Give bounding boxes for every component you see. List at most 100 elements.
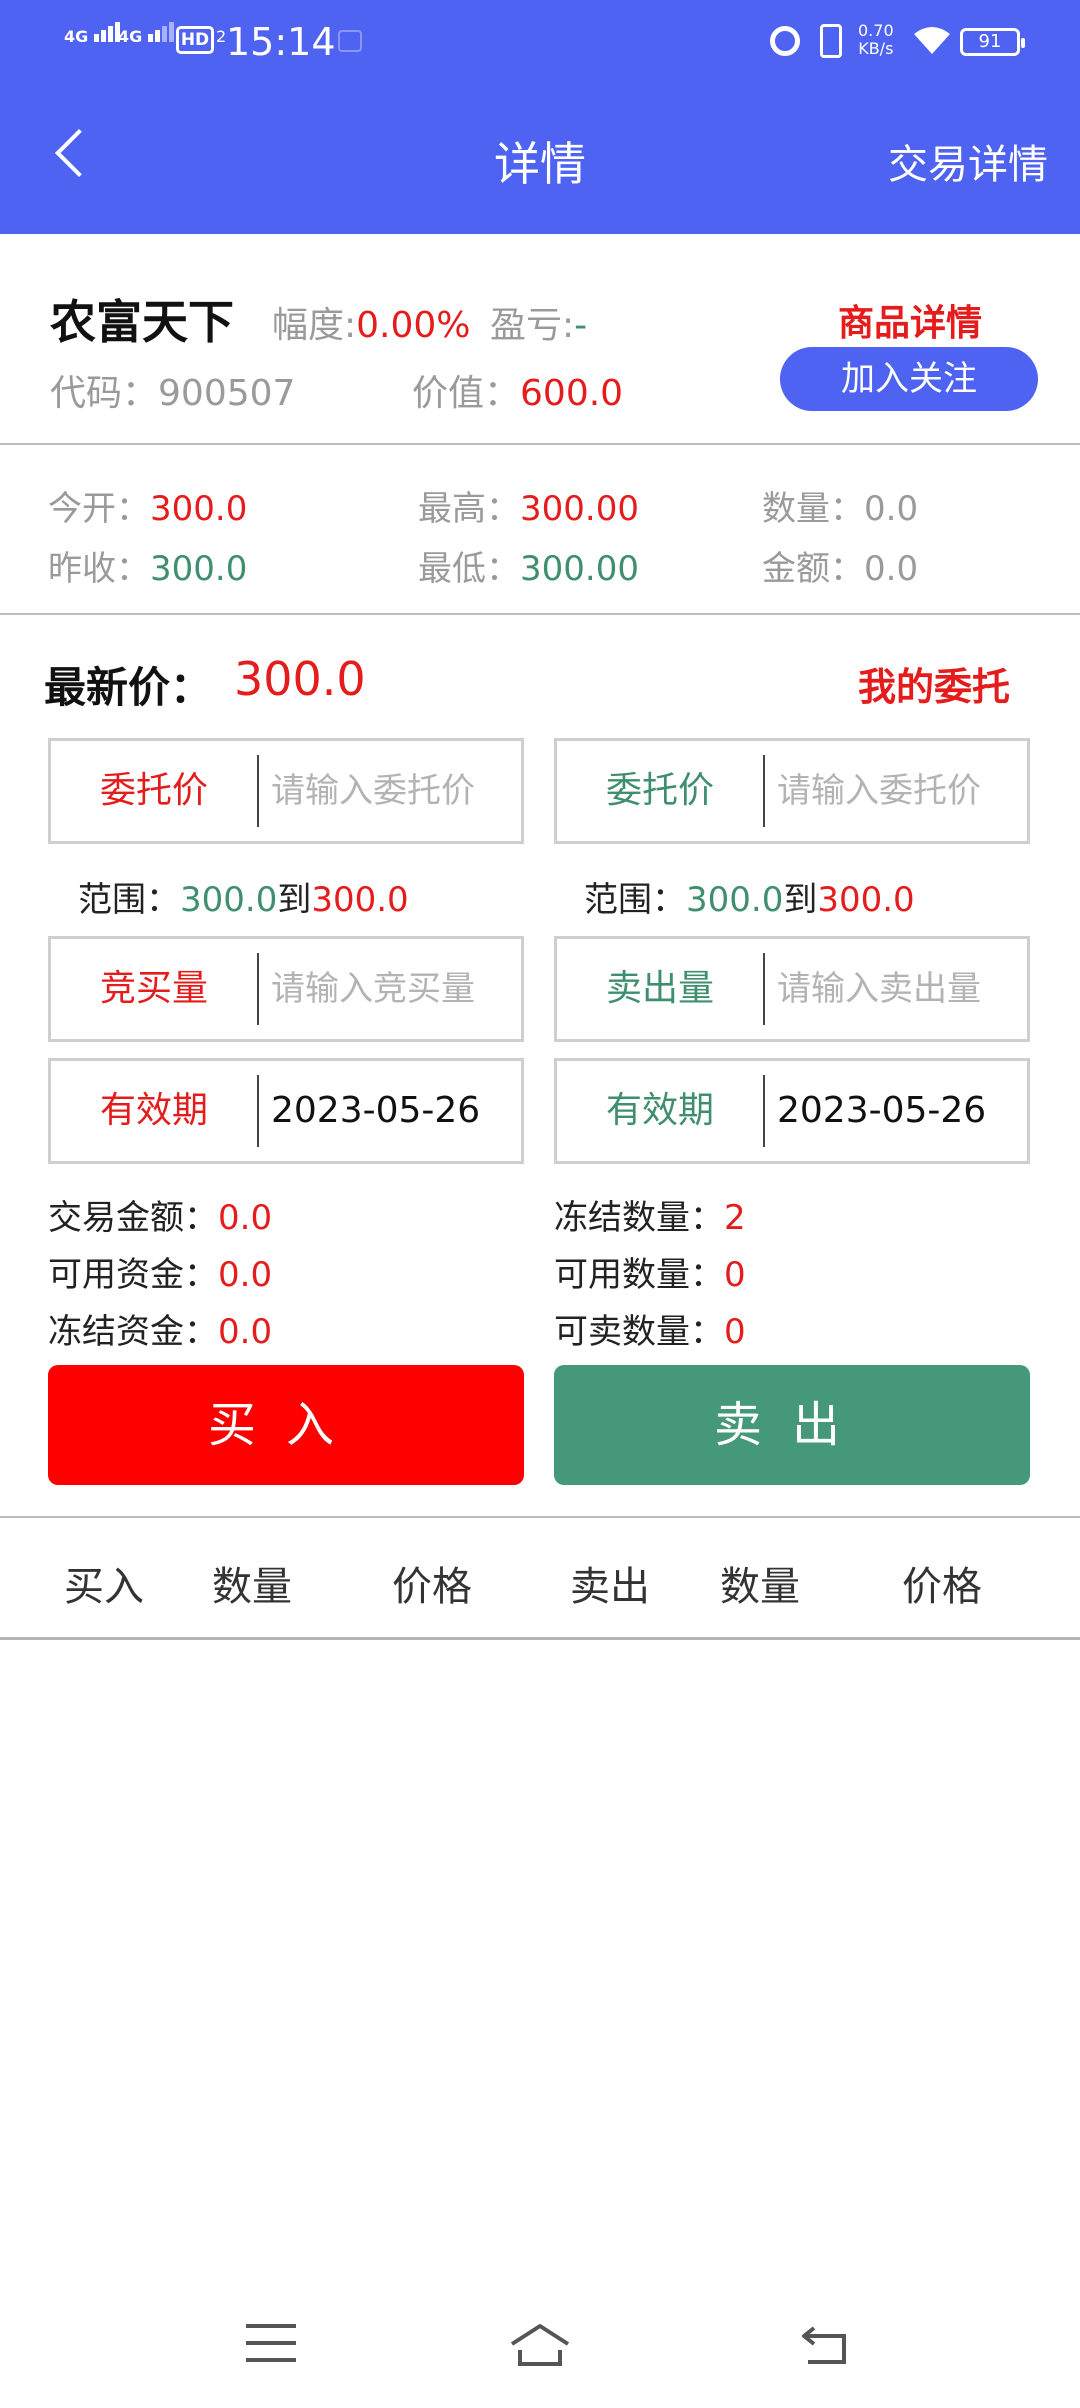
buy-qty-label: 竞买量	[99, 968, 208, 1009]
status-bar: 4G 4G HD 2 15:14 0.70 KB/s 91	[0, 0, 1080, 80]
frozen-funds-label: 冻结资金：	[48, 1312, 218, 1352]
frozen-qty-value: 2	[724, 1198, 746, 1238]
col-buy-price: 价格	[392, 1564, 472, 1610]
product-info: 农富天下 幅度:0.00% 盈亏:- 代码：900507 价值：600.0 商品…	[0, 234, 1080, 445]
divider	[763, 1075, 765, 1147]
range-label: 幅度:	[272, 305, 357, 346]
available-funds-label: 可用资金：	[48, 1255, 218, 1295]
range-value: 0.00%	[356, 305, 471, 346]
code-field: 代码：900507	[50, 364, 295, 416]
sellable-qty-field: 可卖数量：0	[554, 1304, 746, 1353]
prev-close-value: 300.0	[150, 549, 248, 589]
buy-range-to-word: 到	[277, 880, 312, 920]
sellable-qty-label: 可卖数量：	[554, 1312, 724, 1352]
sell-range-to-word: 到	[783, 880, 818, 920]
sell-qty-field: 卖出量	[554, 936, 1030, 1042]
frozen-funds-field: 冻结资金：0.0	[48, 1304, 272, 1353]
buy-price-input[interactable]	[271, 741, 521, 841]
sell-qty-label: 卖出量	[605, 968, 714, 1009]
latest-price-value: 300.0	[234, 652, 366, 706]
qty-value: 0.0	[864, 489, 919, 529]
speed-unit: KB/s	[858, 39, 894, 58]
follow-button[interactable]: 加入关注	[780, 347, 1038, 411]
battery-icon: 91	[960, 28, 1025, 56]
hd-sub: 2	[216, 27, 227, 46]
available-qty-field: 可用数量：0	[554, 1247, 746, 1296]
prev-close-label: 昨收：	[48, 549, 150, 589]
order-table-header: 买入 数量 价格 卖出 数量 价格	[0, 1516, 1080, 1640]
alarm-icon	[770, 26, 800, 56]
trade-amount-field: 交易金额：0.0	[48, 1190, 272, 1239]
high-value: 300.00	[520, 489, 639, 529]
trade-amount-value: 0.0	[218, 1198, 273, 1238]
high-field: 最高：300.00	[418, 481, 639, 530]
system-nav-bar	[0, 2300, 1080, 2408]
buy-qty-field: 竞买量	[48, 936, 524, 1042]
frozen-qty-label: 冻结数量：	[554, 1198, 724, 1238]
signal-2-icon: 4G	[118, 22, 176, 46]
code-value: 900507	[158, 373, 296, 414]
buy-qty-input[interactable]	[271, 939, 521, 1039]
sell-qty-input[interactable]	[777, 939, 1027, 1039]
sell-validity-field: 有效期 2023-05-26	[554, 1058, 1030, 1164]
my-orders-link[interactable]: 我的委托	[858, 656, 1010, 711]
frozen-qty-field: 冻结数量：2	[554, 1190, 746, 1239]
latest-price-label: 最新价：	[44, 663, 213, 712]
open-label: 今开：	[48, 489, 150, 529]
qty-label: 数量：	[762, 489, 864, 529]
available-qty-value: 0	[724, 1255, 746, 1295]
open-value: 300.0	[150, 489, 248, 529]
return-icon[interactable]	[798, 2322, 850, 2368]
sell-validity-date[interactable]: 2023-05-26	[777, 1061, 1027, 1161]
trade-details-link[interactable]: 交易详情	[888, 132, 1048, 190]
buy-price-field: 委托价	[48, 738, 524, 844]
low-field: 最低：300.00	[418, 541, 639, 590]
pnl-value: -	[574, 305, 588, 346]
notification-icon	[338, 30, 362, 52]
home-icon[interactable]	[508, 2322, 572, 2368]
divider	[257, 755, 259, 827]
divider	[257, 1075, 259, 1147]
available-funds-field: 可用资金：0.0	[48, 1247, 272, 1296]
sell-price-input[interactable]	[777, 741, 1027, 841]
trade-amount-label: 交易金额：	[48, 1198, 218, 1238]
sell-price-field: 委托价	[554, 738, 1030, 844]
buy-range-label: 范围：	[78, 880, 180, 920]
vibrate-icon	[820, 24, 842, 58]
prev-close-field: 昨收：300.0	[48, 541, 247, 590]
wifi-icon	[912, 24, 952, 62]
qty-field: 数量：0.0	[762, 481, 918, 530]
sell-range-to: 300.0	[817, 880, 915, 920]
buy-validity-field: 有效期 2023-05-26	[48, 1058, 524, 1164]
value-field: 价值：600.0	[412, 364, 623, 416]
sell-button[interactable]: 卖出	[554, 1365, 1030, 1485]
buy-validity-date[interactable]: 2023-05-26	[271, 1061, 521, 1161]
high-label: 最高：	[418, 489, 520, 529]
value-label: 价值：	[412, 373, 521, 414]
buy-range-to: 300.0	[311, 880, 409, 920]
col-buy: 买入	[64, 1564, 144, 1610]
available-funds-value: 0.0	[218, 1255, 273, 1295]
signal-1-icon: 4G	[64, 22, 122, 46]
sell-price-label: 委托价	[605, 770, 714, 811]
buy-range-from: 300.0	[180, 880, 278, 920]
divider	[763, 755, 765, 827]
amount-field: 金额：0.0	[762, 541, 918, 590]
frozen-funds-value: 0.0	[218, 1312, 273, 1352]
network-speed: 0.70 KB/s	[858, 22, 894, 58]
menu-icon[interactable]	[246, 2324, 296, 2364]
buy-button[interactable]: 买入	[48, 1365, 524, 1485]
low-value: 300.00	[520, 549, 639, 589]
code-label: 代码：	[50, 373, 159, 414]
sellable-qty-value: 0	[724, 1312, 746, 1352]
col-buy-qty: 数量	[212, 1564, 292, 1610]
col-sell-qty: 数量	[720, 1564, 800, 1610]
low-label: 最低：	[418, 549, 520, 589]
app-header: 4G 4G HD 2 15:14 0.70 KB/s 91 详情 交易详情	[0, 0, 1080, 234]
value-value: 600.0	[520, 373, 624, 414]
available-qty-label: 可用数量：	[554, 1255, 724, 1295]
divider	[763, 953, 765, 1025]
buy-validity-label: 有效期	[99, 1090, 208, 1131]
product-detail-link[interactable]: 商品详情	[838, 294, 982, 346]
open-field: 今开：300.0	[48, 481, 247, 530]
